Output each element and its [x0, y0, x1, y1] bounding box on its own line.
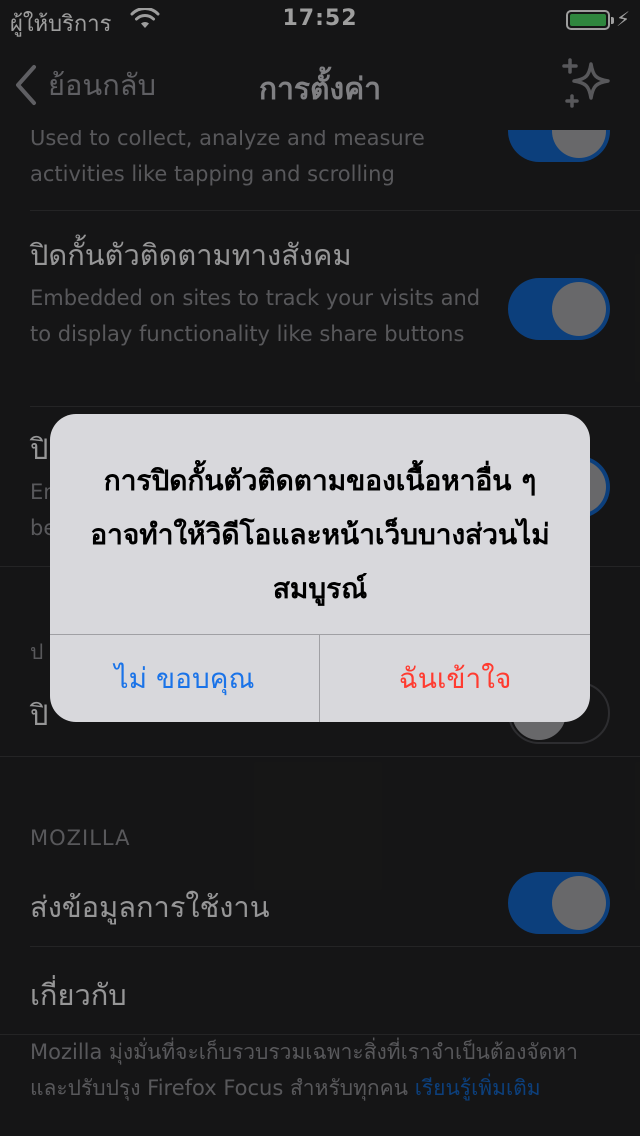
- i-understand-button[interactable]: ฉันเข้าใจ: [320, 635, 590, 722]
- alert-message: การปิดกั้นตัวติดตามของเนื้อหาอื่น ๆ อาจท…: [90, 464, 550, 605]
- alert-dialog: การปิดกั้นตัวติดตามของเนื้อหาอื่น ๆ อาจท…: [50, 414, 590, 722]
- alert-button-bar: ไม่ ขอบคุณ ฉันเข้าใจ: [50, 634, 590, 722]
- no-thanks-button[interactable]: ไม่ ขอบคุณ: [50, 635, 320, 722]
